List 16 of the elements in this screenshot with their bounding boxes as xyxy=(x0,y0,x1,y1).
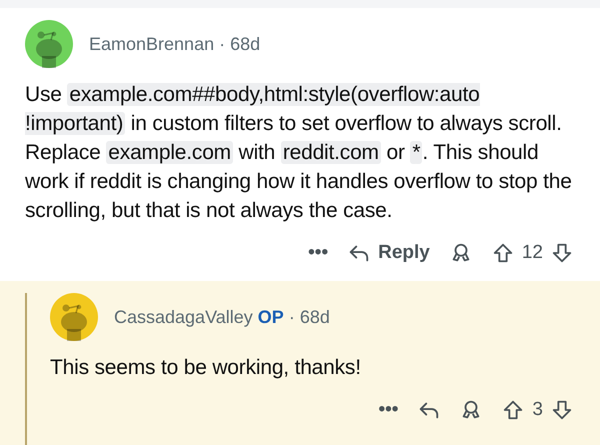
vote-count: 12 xyxy=(522,242,543,264)
upvote-icon[interactable] xyxy=(492,242,514,264)
comment-body: This seems to be working, thanks! xyxy=(50,355,362,381)
avatar-icon[interactable] xyxy=(25,20,73,68)
avatar-icon[interactable] xyxy=(50,293,98,341)
downvote-icon[interactable] xyxy=(551,242,573,264)
comment-body: Use example.com##body,html:style(overflow:auto !important) in custom filters to set overflow to always scroll. Replace example.com with reddit.com or *. This should work if reddit is changing how it handles overflow to stop the scrolling, but that is not always the case. xyxy=(25,82,573,224)
award-icon[interactable] xyxy=(450,242,472,264)
downvote-icon[interactable] xyxy=(551,399,573,421)
comment-meta: CassadagaValley OP · 68d xyxy=(114,306,330,328)
comment-meta: EamonBrennan · 68d xyxy=(89,34,260,54)
vote-count: 3 xyxy=(532,399,543,421)
reply-button[interactable]: Reply xyxy=(348,242,430,264)
more-button[interactable]: ••• xyxy=(378,399,398,421)
upvote-icon[interactable] xyxy=(502,399,524,421)
more-button[interactable]: ••• xyxy=(308,242,328,264)
